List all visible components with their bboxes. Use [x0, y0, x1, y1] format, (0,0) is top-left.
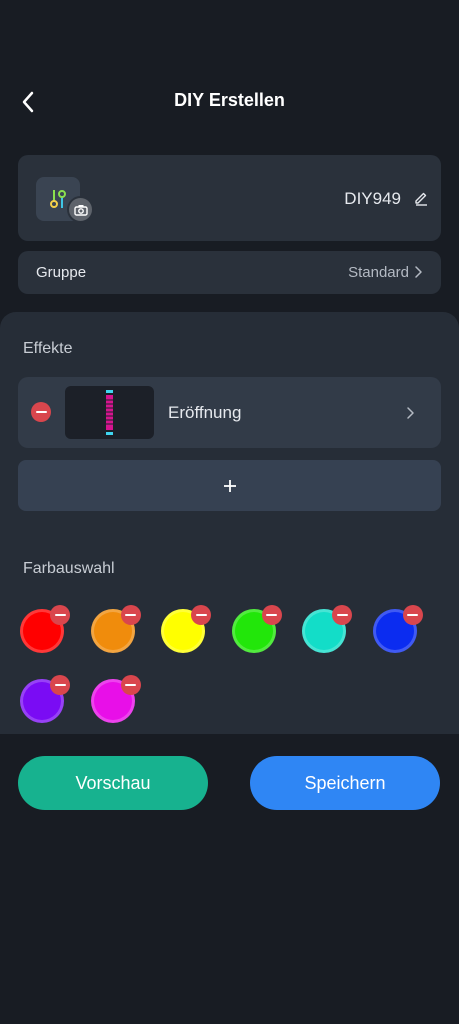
- effect-preview-icon: [106, 390, 113, 435]
- remove-effect-button[interactable]: [31, 402, 51, 422]
- color-swatch[interactable]: [161, 605, 211, 653]
- color-swatch[interactable]: [20, 605, 70, 653]
- group-value: Standard: [348, 264, 409, 281]
- plus-icon: [223, 479, 236, 492]
- colors-title: Farbauswahl: [23, 560, 115, 577]
- remove-color-button[interactable]: [332, 605, 352, 625]
- effect-name: Eröffnung: [168, 403, 242, 422]
- effect-thumbnail: [65, 386, 154, 439]
- color-swatch[interactable]: [90, 605, 141, 653]
- diy-name: DIY949: [344, 189, 401, 208]
- color-swatch[interactable]: [20, 675, 70, 723]
- preview-button[interactable]: Vorschau: [18, 756, 208, 810]
- diy-info-card: DIY949: [18, 155, 441, 241]
- remove-color-button[interactable]: [120, 675, 141, 695]
- color-swatch[interactable]: [90, 675, 141, 723]
- add-effect-button[interactable]: [18, 460, 441, 511]
- remove-color-button[interactable]: [50, 605, 70, 625]
- remove-color-button[interactable]: [191, 605, 211, 625]
- chevron-right-icon: [407, 407, 414, 419]
- remove-color-button[interactable]: [120, 605, 141, 625]
- color-swatch[interactable]: [231, 605, 282, 653]
- effect-item[interactable]: Eröffnung: [18, 377, 441, 448]
- chevron-right-icon: [415, 266, 422, 278]
- page-title: DIY Erstellen: [174, 90, 285, 110]
- camera-button[interactable]: [67, 196, 94, 223]
- header: DIY Erstellen: [0, 80, 459, 124]
- remove-color-button[interactable]: [50, 675, 70, 695]
- color-swatch[interactable]: [372, 605, 423, 653]
- save-button[interactable]: Speichern: [250, 756, 440, 810]
- effects-title: Effekte: [23, 340, 73, 357]
- remove-color-button[interactable]: [402, 605, 423, 625]
- color-swatch[interactable]: [302, 605, 352, 653]
- group-selector[interactable]: Gruppe Standard: [18, 251, 441, 294]
- remove-color-button[interactable]: [261, 605, 282, 625]
- camera-icon: [73, 204, 88, 216]
- pencil-icon[interactable]: [413, 190, 429, 206]
- effects-panel: Effekte Eröffnung Farbauswahl: [0, 312, 459, 734]
- group-label: Gruppe: [36, 264, 87, 281]
